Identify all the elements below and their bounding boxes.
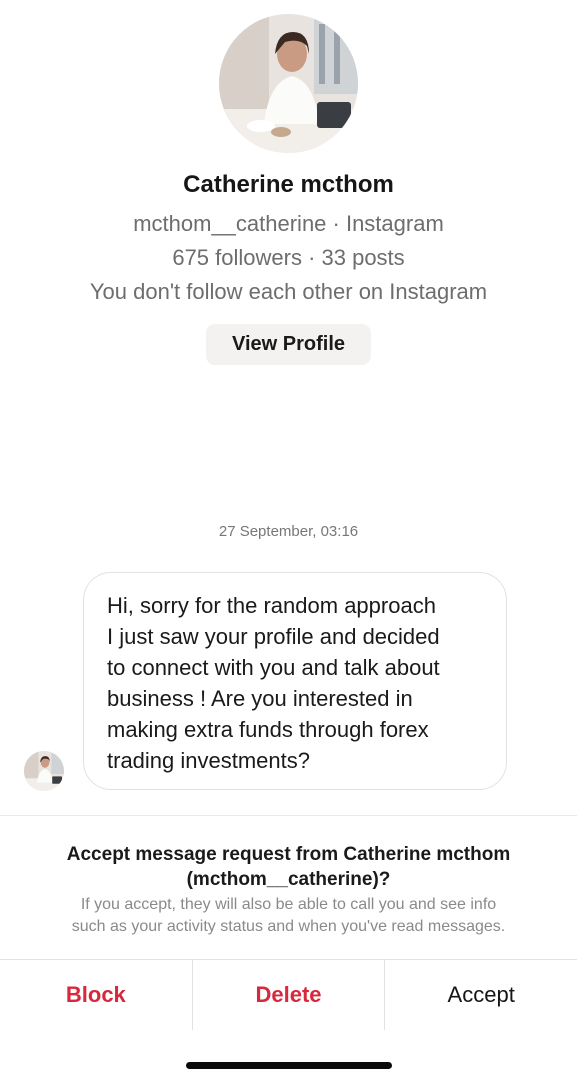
profile-handle: mcthom__catherine · Instagram xyxy=(133,211,444,236)
request-title-line: Accept message request from Catherine mc… xyxy=(66,844,511,865)
home-indicator[interactable] xyxy=(186,1062,392,1069)
message-line: I just saw your profile and decided xyxy=(107,624,440,649)
message-timestamp: 27 September, 03:16 xyxy=(218,523,359,540)
message-line: trading investments? xyxy=(107,748,310,773)
message-line: making extra funds through forex xyxy=(107,717,429,742)
request-description-line: If you accept, they will also be able to… xyxy=(80,896,497,913)
message-request-panel: Accept message request from Catherine mc… xyxy=(0,815,577,960)
request-description: If you accept, they will also be able to… xyxy=(0,894,577,938)
view-profile-button[interactable]: View Profile xyxy=(206,324,371,365)
block-button[interactable]: Block xyxy=(0,960,193,1030)
delete-button[interactable]: Delete xyxy=(193,960,386,1030)
profile-name: Catherine mcthom xyxy=(183,171,394,198)
sender-photo-image xyxy=(24,751,64,791)
message-line: business ! Are you interested in xyxy=(107,686,413,711)
profile-stats: 675 followers · 33 posts xyxy=(172,245,405,270)
message-bubble[interactable]: Hi, sorry for the random approach I just… xyxy=(83,572,507,790)
message-line: to connect with you and talk about xyxy=(107,655,440,680)
profile-avatar[interactable] xyxy=(219,14,358,153)
request-action-bar: Block Delete Accept xyxy=(0,960,577,1030)
request-title-line: (mcthom__catherine)? xyxy=(186,869,391,890)
profile-photo-image xyxy=(219,14,358,153)
follow-status: You don't follow each other on Instagram xyxy=(89,279,488,304)
sender-avatar[interactable] xyxy=(24,751,64,791)
request-description-line: such as your activity status and when yo… xyxy=(71,918,506,935)
request-title: Accept message request from Catherine mc… xyxy=(0,842,577,892)
message-line: Hi, sorry for the random approach xyxy=(107,593,436,618)
accept-button[interactable]: Accept xyxy=(385,960,577,1030)
